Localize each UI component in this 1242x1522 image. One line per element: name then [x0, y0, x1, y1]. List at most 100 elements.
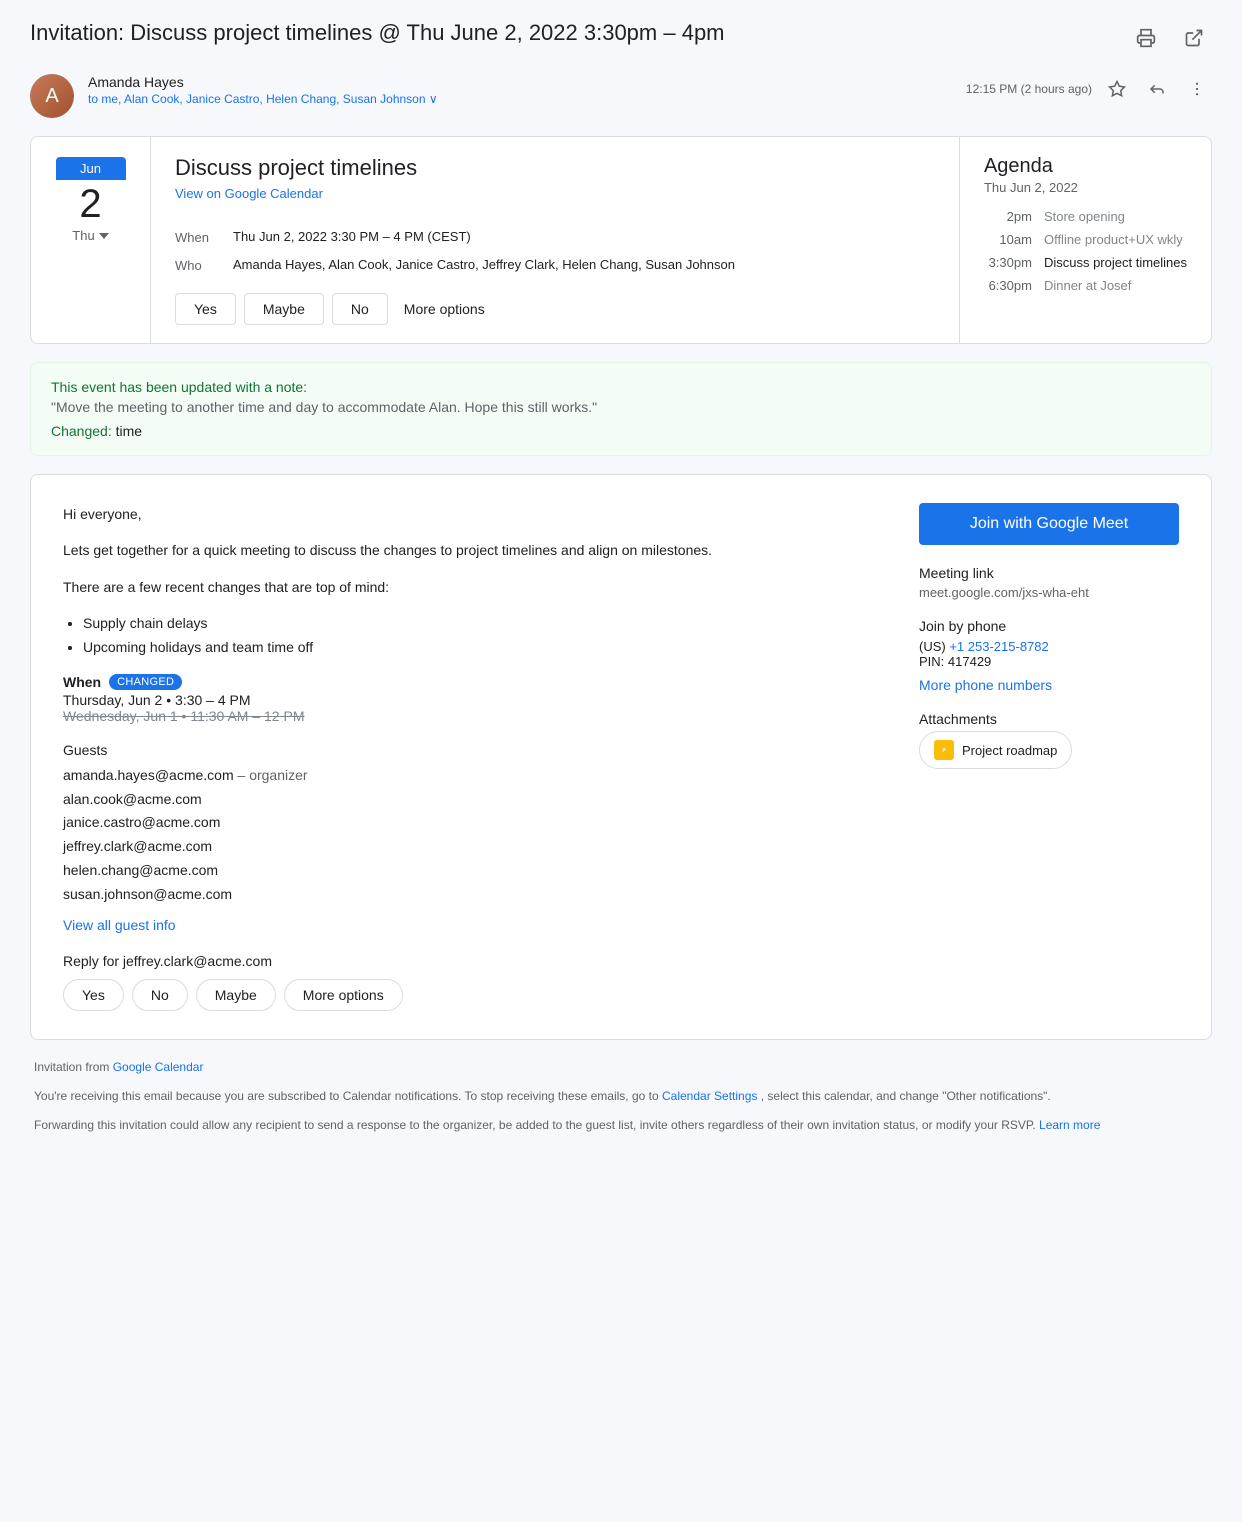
footer: Invitation from Google Calendar You're r…: [30, 1058, 1212, 1136]
footer-description: You're receiving this email because you …: [34, 1087, 1208, 1106]
footer-invitation-line: Invitation from Google Calendar: [34, 1058, 1208, 1077]
sender-name: Amanda Hayes: [88, 74, 952, 90]
guest-email-2: alan.cook@acme.com: [63, 788, 879, 812]
reply-label: Reply for jeffrey.clark@acme.com: [63, 953, 879, 969]
email-body-card: Hi everyone, Lets get together for a qui…: [30, 474, 1212, 1040]
reply-section: Reply for jeffrey.clark@acme.com Yes No …: [63, 953, 879, 1011]
reply-more-options-button[interactable]: More options: [284, 979, 403, 1011]
footer-desc-1: You're receiving this email because you …: [34, 1089, 659, 1103]
rsvp-yes-button[interactable]: Yes: [175, 293, 236, 325]
sender-row: A Amanda Hayes to me, Alan Cook, Janice …: [30, 74, 1212, 118]
guest-email-6: susan.johnson@acme.com: [63, 883, 879, 907]
forward-notice-text: Forwarding this invitation could allow a…: [34, 1118, 1036, 1132]
agenda-event-1: Store opening: [1044, 209, 1125, 224]
update-notice-title: This event has been updated with a note:: [51, 379, 1191, 395]
who-label: Who: [175, 257, 221, 273]
star-button[interactable]: [1102, 74, 1132, 104]
reply-maybe-button[interactable]: Maybe: [196, 979, 276, 1011]
calendar-dow-triangle: [99, 233, 109, 239]
agenda-time-3: 3:30pm: [984, 255, 1032, 270]
join-phone-section: Join by phone (US) +1 253-215-8782 PIN: …: [919, 618, 1179, 693]
meeting-link-url: meet.google.com/jxs-wha-eht: [919, 585, 1179, 600]
update-notice-changed: Changed: time: [51, 423, 1191, 439]
attachment-button[interactable]: P Project roadmap: [919, 731, 1072, 769]
agenda-time-4: 6:30pm: [984, 278, 1032, 293]
who-row: Who Amanda Hayes, Alan Cook, Janice Cast…: [175, 257, 935, 273]
reply-yes-button[interactable]: Yes: [63, 979, 124, 1011]
agenda-event-3: Discuss project timelines: [1044, 255, 1187, 270]
avatar: A: [30, 74, 74, 118]
agenda-date: Thu Jun 2, 2022: [984, 180, 1187, 195]
more-actions-button[interactable]: [1182, 74, 1212, 104]
paragraph1: Lets get together for a quick meeting to…: [63, 539, 879, 561]
invite-event-title: Discuss project timelines: [175, 155, 935, 181]
when-section-label: When CHANGED: [63, 674, 879, 690]
expand-recipients-icon[interactable]: ∨: [429, 92, 438, 106]
guest-email-5: helen.chang@acme.com: [63, 859, 879, 883]
guest-email-1: amanda.hayes@acme.com – organizer: [63, 764, 879, 788]
organizer-label: – organizer: [238, 767, 308, 783]
meeting-link-title: Meeting link: [919, 565, 1179, 581]
view-calendar-link[interactable]: View on Google Calendar: [175, 186, 323, 201]
agenda-item-3: 3:30pm Discuss project timelines: [984, 255, 1187, 270]
guests-title: Guests: [63, 742, 879, 758]
learn-more-link[interactable]: Learn more: [1039, 1118, 1100, 1132]
rsvp-more-options[interactable]: More options: [396, 294, 493, 324]
email-meta: 12:15 PM (2 hours ago): [966, 74, 1212, 104]
paragraph2: There are a few recent changes that are …: [63, 576, 879, 598]
when-label: When: [175, 229, 221, 245]
changed-value: time: [116, 423, 142, 439]
agenda-title: Agenda: [984, 155, 1187, 178]
invitation-from-label: Invitation from: [34, 1060, 109, 1074]
phone-number[interactable]: +1 253-215-8782: [949, 639, 1048, 654]
when-row: When Thu Jun 2, 2022 3:30 PM – 4 PM (CES…: [175, 229, 935, 245]
rsvp-maybe-button[interactable]: Maybe: [244, 293, 324, 325]
more-phone-numbers-link[interactable]: More phone numbers: [919, 677, 1179, 693]
phone-row: (US) +1 253-215-8782: [919, 638, 1179, 654]
guest-address-1: amanda.hayes@acme.com: [63, 767, 234, 783]
footer-forward-notice: Forwarding this invitation could allow a…: [34, 1116, 1208, 1135]
when-text: When: [63, 674, 101, 690]
email-header: Invitation: Discuss project timelines @ …: [30, 20, 1212, 56]
invite-card: Jun 2 Thu Discuss project timelines View…: [30, 136, 1212, 344]
footer-desc-2: , select this calendar, and change "Othe…: [761, 1089, 1051, 1103]
bullet-item-2: Upcoming holidays and team time off: [83, 636, 879, 660]
attachment-icon: P: [934, 740, 954, 760]
reply-for: for jeffrey.clark@acme.com: [103, 953, 272, 969]
meeting-link-section: Meeting link meet.google.com/jxs-wha-eht: [919, 565, 1179, 600]
agenda-item-2: 10am Offline product+UX wkly: [984, 232, 1187, 247]
email-timestamp: 12:15 PM (2 hours ago): [966, 82, 1092, 96]
update-notice: This event has been updated with a note:…: [30, 362, 1212, 456]
changed-badge: CHANGED: [109, 674, 182, 690]
agenda-time-1: 2pm: [984, 209, 1032, 224]
rsvp-no-button[interactable]: No: [332, 293, 388, 325]
reply-button[interactable]: [1142, 74, 1172, 104]
external-link-button[interactable]: [1176, 20, 1212, 56]
reply-no-button[interactable]: No: [132, 979, 188, 1011]
greeting: Hi everyone,: [63, 503, 879, 525]
attachment-name: Project roadmap: [962, 743, 1057, 758]
calendar-settings-link[interactable]: Calendar Settings: [662, 1089, 757, 1103]
agenda-time-2: 10am: [984, 232, 1032, 247]
when-section: When CHANGED Thursday, Jun 2 • 3:30 – 4 …: [63, 674, 879, 724]
calendar-dow-text: Thu: [72, 228, 94, 243]
bullet-item-1: Supply chain delays: [83, 612, 879, 636]
attachments-section: Attachments P Project roadmap: [919, 711, 1179, 769]
guests-section: Guests amanda.hayes@acme.com – organizer…: [63, 742, 879, 933]
join-phone-title: Join by phone: [919, 618, 1179, 634]
agenda-event-2: Offline product+UX wkly: [1044, 232, 1183, 247]
calendar-day: 2: [79, 184, 101, 224]
view-all-guests-link[interactable]: View all guest info: [63, 917, 176, 933]
agenda-panel: Agenda Thu Jun 2, 2022 2pm Store opening…: [960, 137, 1211, 343]
body-right: Join with Google Meet Meeting link meet.…: [919, 503, 1179, 1011]
join-google-meet-button[interactable]: Join with Google Meet: [919, 503, 1179, 545]
reply-buttons: Yes No Maybe More options: [63, 979, 879, 1011]
agenda-event-4: Dinner at Josef: [1044, 278, 1131, 293]
who-value: Amanda Hayes, Alan Cook, Janice Castro, …: [233, 257, 735, 272]
guest-email-4: jeffrey.clark@acme.com: [63, 835, 879, 859]
phone-us-prefix: (US): [919, 639, 949, 654]
google-calendar-link[interactable]: Google Calendar: [113, 1060, 204, 1074]
reply-prefix: Reply: [63, 953, 99, 969]
changed-label: Changed:: [51, 423, 112, 439]
print-button[interactable]: [1128, 20, 1164, 56]
